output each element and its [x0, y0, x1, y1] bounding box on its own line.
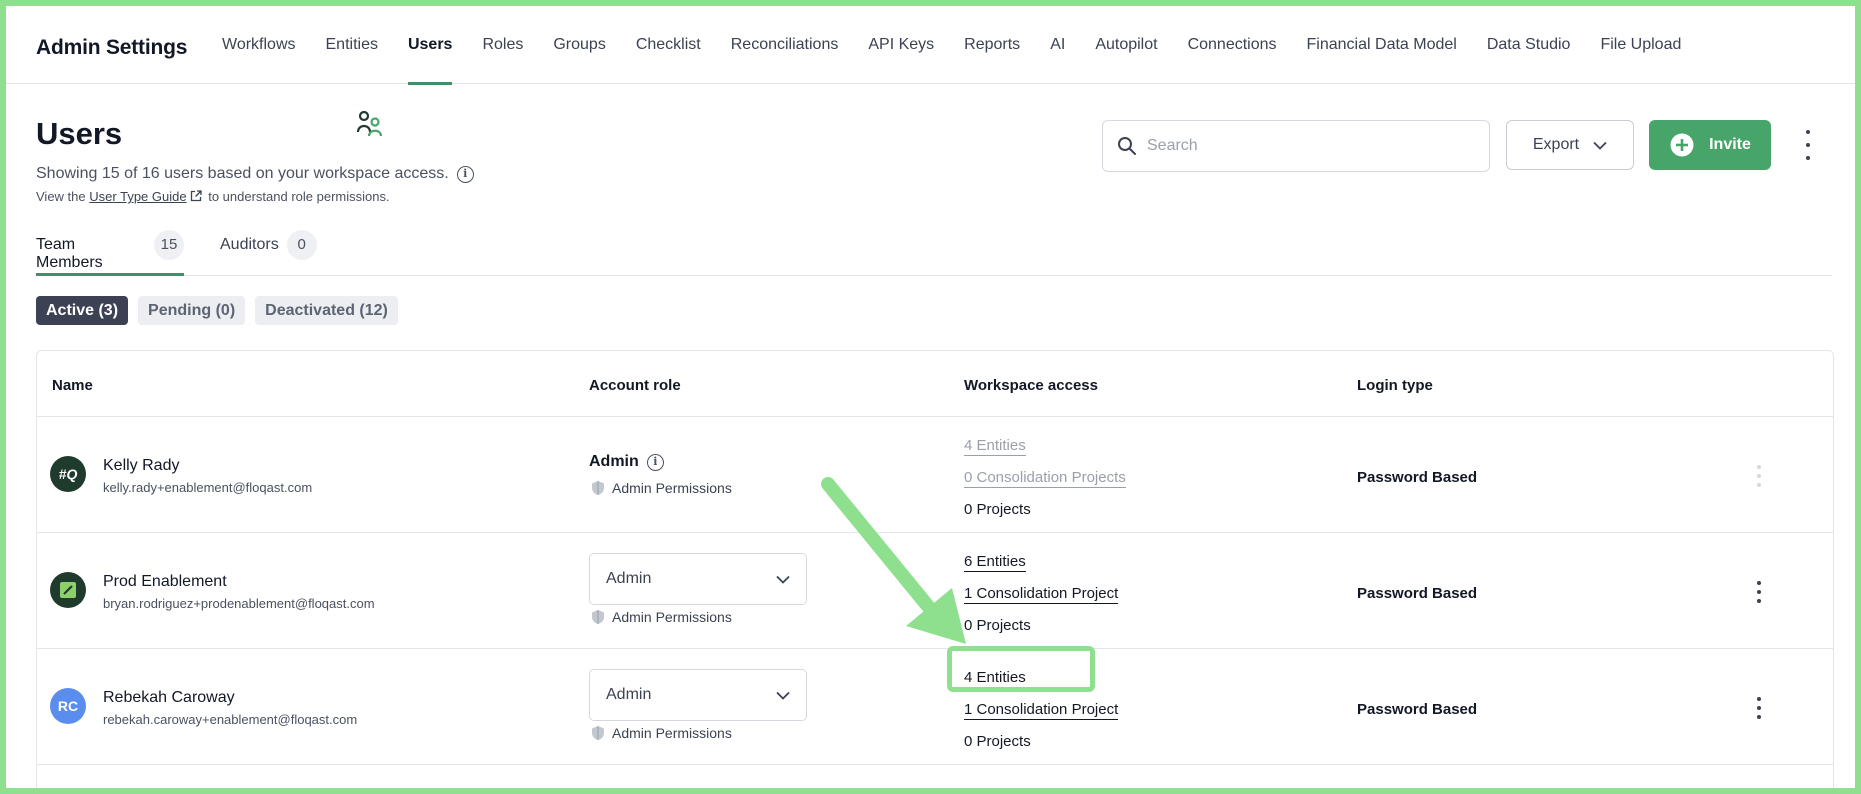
account-role: Admin i	[589, 453, 664, 471]
login-type: Password Based	[1357, 585, 1478, 602]
nav-tab-api-keys[interactable]: API Keys	[853, 6, 949, 84]
admin-permissions-label: Admin Permissions	[612, 725, 732, 741]
admin-permissions-label: Admin Permissions	[612, 609, 732, 625]
nav-tab-reports[interactable]: Reports	[949, 6, 1035, 84]
nav-tab-workflows[interactable]: Workflows	[207, 6, 311, 84]
annotation-highlight	[947, 646, 1095, 692]
row-options-icon[interactable]	[1755, 581, 1763, 603]
admin-permissions: Admin Permissions	[591, 609, 732, 625]
search-icon	[1118, 137, 1136, 155]
top-nav: Admin Settings Workflows Entities Users …	[6, 6, 1855, 85]
projects-count: 0 Projects	[964, 733, 1031, 750]
nav-tab-users[interactable]: Users	[393, 6, 467, 85]
login-type: Password Based	[1357, 469, 1478, 486]
nav-tab-groups[interactable]: Groups	[538, 6, 620, 84]
app-frame: Admin Settings Workflows Entities Users …	[6, 6, 1855, 788]
filter-active[interactable]: Active (3)	[36, 296, 129, 325]
user-summary: Showing 15 of 16 users based on your wor…	[36, 165, 474, 183]
guide-prefix: View the	[36, 189, 86, 204]
plus-circle-icon	[1670, 133, 1694, 157]
filter-pending[interactable]: Pending (0)	[138, 296, 246, 325]
consolidation-projects-link[interactable]: 1 Consolidation Project	[964, 585, 1119, 604]
search-box[interactable]	[1102, 120, 1490, 172]
annotation-arrow-icon	[821, 477, 966, 644]
user-type-tabs: Team Members 15 Auditors 0	[36, 230, 1832, 276]
chevron-down-icon	[776, 691, 790, 700]
tab-auditors[interactable]: Auditors 0	[220, 230, 330, 276]
tab-auditors-count: 0	[286, 230, 317, 260]
status-filters: Active (3) Pending (0) Deactivated (12)	[36, 296, 398, 325]
avatar: RC	[50, 688, 86, 724]
admin-permissions: Admin Permissions	[591, 725, 732, 741]
account-role-value: Admin	[606, 570, 652, 587]
user-summary-text: Showing 15 of 16 users based on your wor…	[36, 165, 449, 182]
chevron-down-icon	[1593, 141, 1607, 150]
column-workspace-access[interactable]: Workspace access	[964, 377, 1098, 394]
export-button[interactable]: Export	[1506, 120, 1634, 170]
export-label: Export	[1532, 136, 1580, 153]
nav-tab-autopilot[interactable]: Autopilot	[1080, 6, 1172, 84]
nav-tab-roles[interactable]: Roles	[467, 6, 538, 84]
nav-tab-connections[interactable]: Connections	[1173, 6, 1292, 84]
user-name: Prod Enablement	[103, 573, 227, 590]
user-name: Kelly Rady	[103, 457, 180, 474]
more-options-icon[interactable]	[1802, 130, 1814, 160]
user-email: kelly.rady+enablement@floqast.com	[103, 480, 313, 495]
info-icon[interactable]: i	[456, 165, 474, 183]
column-name[interactable]: Name	[52, 377, 93, 394]
account-role-label: Admin	[589, 453, 639, 470]
nav-tab-data-studio[interactable]: Data Studio	[1472, 6, 1586, 84]
invite-label: Invite	[1709, 136, 1751, 153]
nav-tab-financial-data-model[interactable]: Financial Data Model	[1292, 6, 1472, 84]
table-row: RC Rebekah Caroway rebekah.caroway+enabl…	[37, 649, 1833, 765]
user-type-guide-link[interactable]: User Type Guide	[89, 189, 186, 204]
consolidation-projects-link[interactable]: 0 Consolidation Projects	[964, 469, 1126, 488]
shield-icon	[592, 610, 604, 624]
tab-team-members-count: 15	[154, 230, 184, 260]
nav-tab-entities[interactable]: Entities	[311, 6, 393, 84]
login-type: Password Based	[1357, 701, 1478, 718]
admin-permissions-label: Admin Permissions	[612, 480, 732, 496]
nav-tab-checklist[interactable]: Checklist	[621, 6, 716, 84]
external-link-icon[interactable]	[190, 190, 202, 202]
tab-team-members-label: Team Members	[36, 236, 103, 271]
account-role-select[interactable]: Admin	[589, 669, 807, 721]
table-header: Name Account role Workspace access Login…	[37, 351, 1833, 417]
nav-tab-ai[interactable]: AI	[1035, 6, 1080, 84]
nav-tab-reconciliations[interactable]: Reconciliations	[716, 6, 854, 84]
edit-icon	[60, 582, 76, 598]
guide-line: View the User Type Guide to understand r…	[36, 189, 390, 204]
role-info-icon[interactable]: i	[646, 453, 664, 471]
shield-icon	[592, 481, 604, 495]
avatar: #Q	[50, 456, 86, 492]
invite-button[interactable]: Invite	[1649, 120, 1771, 170]
row-options-icon[interactable]	[1755, 465, 1763, 487]
column-account-role[interactable]: Account role	[589, 377, 681, 394]
guide-suffix: to understand role permissions.	[208, 189, 390, 204]
row-options-icon[interactable]	[1755, 697, 1763, 719]
account-role-value: Admin	[606, 686, 652, 703]
user-email: bryan.rodriguez+prodenablement@floqast.c…	[103, 596, 375, 611]
nav-tabs: Workflows Entities Users Roles Groups Ch…	[207, 6, 1696, 85]
tab-auditors-label: Auditors	[220, 236, 279, 253]
page-title: Users	[36, 116, 123, 151]
shield-icon	[592, 726, 604, 740]
tab-team-members[interactable]: Team Members 15	[36, 230, 184, 276]
brand-title: Admin Settings	[36, 36, 188, 59]
entities-link[interactable]: 4 Entities	[964, 437, 1026, 456]
user-email: rebekah.caroway+enablement@floqast.com	[103, 712, 358, 727]
search-input[interactable]	[1147, 137, 1467, 155]
chevron-down-icon	[776, 575, 790, 584]
users-icon	[356, 110, 383, 137]
consolidation-projects-link[interactable]: 1 Consolidation Project	[964, 701, 1119, 720]
account-role-select[interactable]: Admin	[589, 553, 807, 605]
avatar	[50, 572, 86, 608]
user-name: Rebekah Caroway	[103, 689, 235, 706]
admin-permissions: Admin Permissions	[591, 480, 732, 496]
filter-deactivated[interactable]: Deactivated (12)	[255, 296, 398, 325]
column-login-type[interactable]: Login type	[1357, 377, 1433, 394]
nav-tab-file-upload[interactable]: File Upload	[1585, 6, 1696, 84]
